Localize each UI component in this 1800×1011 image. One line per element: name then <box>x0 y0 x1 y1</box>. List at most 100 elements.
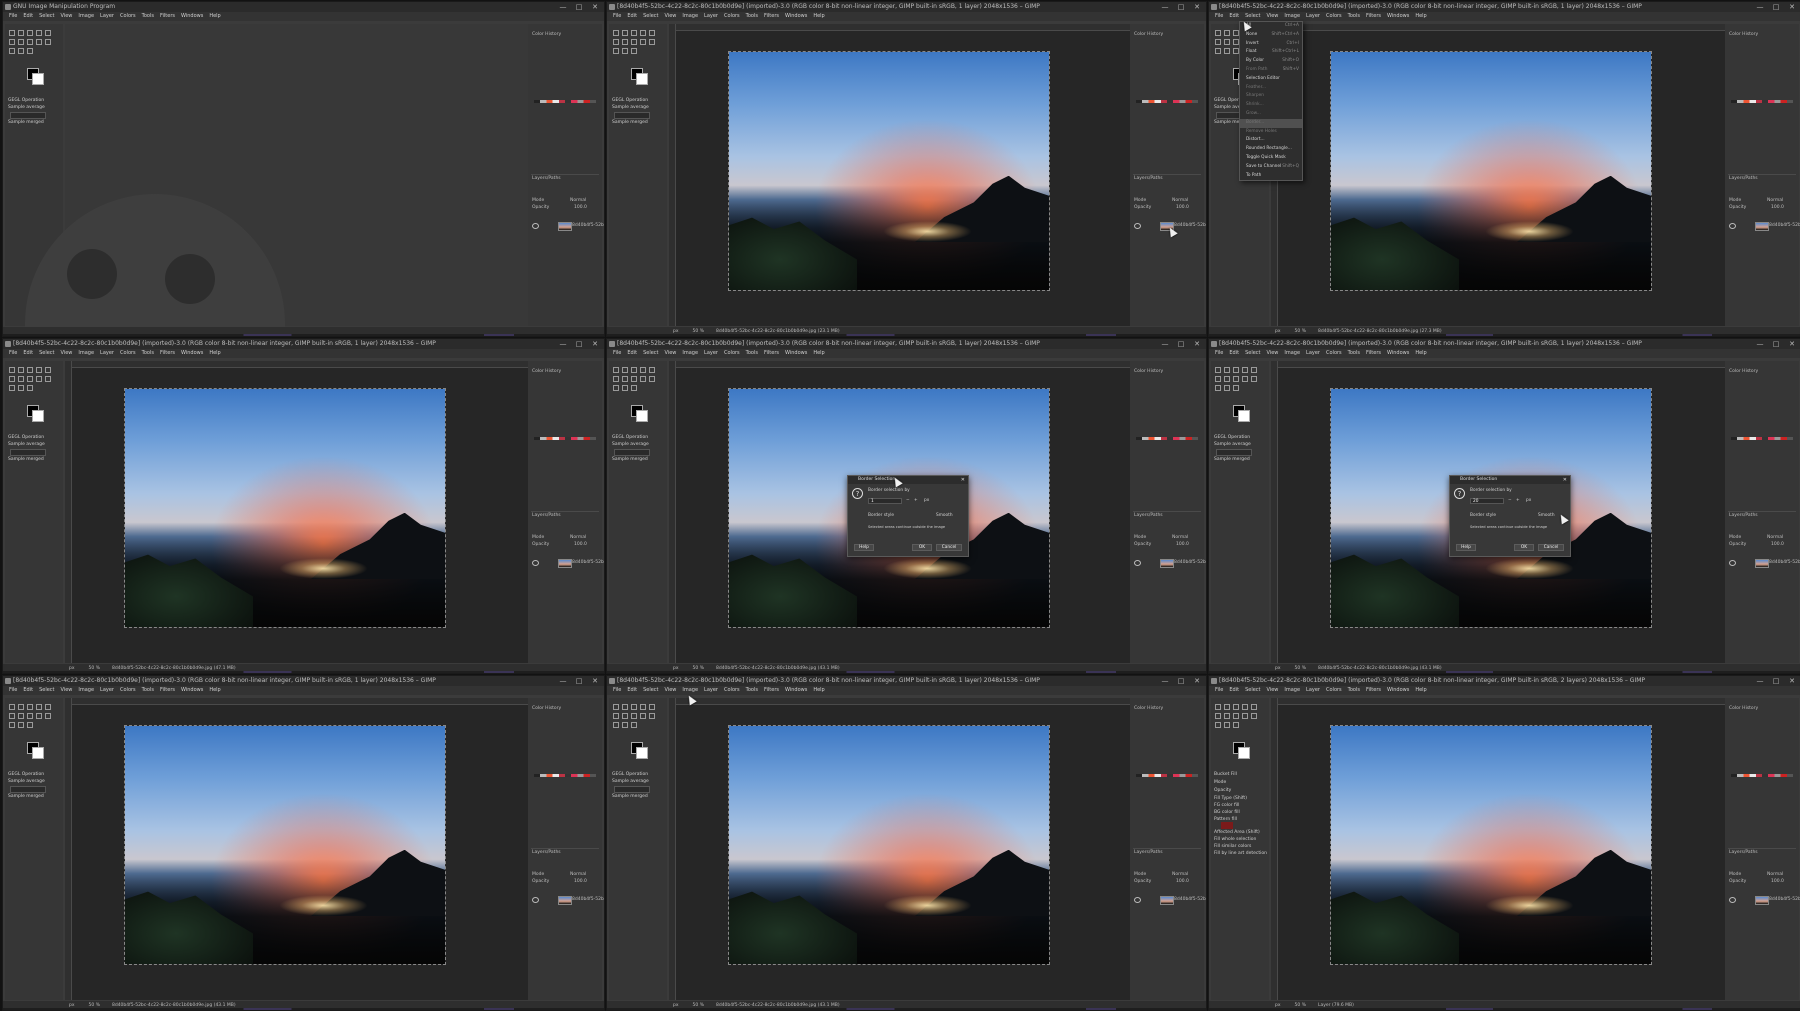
menu-edit[interactable]: Edit <box>23 349 33 358</box>
layer-mode-select[interactable]: Normal <box>1767 872 1783 877</box>
menu-image[interactable]: Image <box>78 12 94 21</box>
menu-colors[interactable]: Colors <box>1326 12 1342 21</box>
menu-file[interactable]: File <box>613 349 621 358</box>
menu-select[interactable]: Select <box>1245 686 1260 695</box>
opacity-value[interactable]: 100.0 <box>574 542 587 547</box>
select-menu-item[interactable]: Grow... <box>1240 110 1302 119</box>
window-title-bar[interactable]: GNU Image Manipulation Program <box>3 2 604 12</box>
bucket-fill-option[interactable]: Fill by line art detection <box>1214 851 1267 856</box>
menu-filters[interactable]: Filters <box>1366 12 1381 21</box>
menu-tools[interactable]: Tools <box>1348 12 1360 21</box>
menu-file[interactable]: File <box>9 349 17 358</box>
image-canvas-photo[interactable] <box>728 725 1050 965</box>
menu-help[interactable]: Help <box>1415 12 1426 21</box>
menu-view[interactable]: View <box>665 349 677 358</box>
paths-icon[interactable] <box>1242 376 1248 382</box>
gimp-window[interactable]: [8d40b4f5-52bc-4c22-8c2c-80c1b0b0d9e] (i… <box>606 675 1207 1011</box>
rect-select-icon[interactable] <box>27 30 33 36</box>
gimp-window[interactable]: [8d40b4f5-52bc-4c22-8c2c-80c1b0b0d9e] (i… <box>606 338 1207 674</box>
transform-icon[interactable] <box>1224 376 1230 382</box>
menu-colors[interactable]: Colors <box>120 686 136 695</box>
menu-select[interactable]: Select <box>1245 349 1260 358</box>
menu-colors[interactable]: Colors <box>1326 686 1342 695</box>
layer-thumbnail[interactable] <box>1755 559 1769 568</box>
move-tool-icon[interactable] <box>613 367 619 373</box>
free-select-icon[interactable] <box>1242 367 1248 373</box>
menu-select[interactable]: Select <box>643 12 658 21</box>
menu-image[interactable]: Image <box>78 349 94 358</box>
maximize-icon[interactable]: □ <box>1174 2 1188 12</box>
image-canvas-photo[interactable] <box>728 51 1050 291</box>
align-tool-icon[interactable] <box>18 704 24 710</box>
border-selection-dialog[interactable]: Border Selection ✕? Border selection by 1− +… <box>847 475 969 557</box>
background-color-swatch[interactable] <box>32 410 44 422</box>
sample-size-field[interactable] <box>10 112 46 119</box>
tool-option[interactable]: Sample average <box>612 779 662 784</box>
tool-option[interactable]: Sample average <box>612 442 662 447</box>
menu-windows[interactable]: Windows <box>1387 12 1409 21</box>
opacity-value[interactable]: 100.0 <box>1176 879 1189 884</box>
menu-help[interactable]: Help <box>1415 349 1426 358</box>
rect-select-icon[interactable] <box>631 704 637 710</box>
opacity-value[interactable]: 100.0 <box>574 879 587 884</box>
layer-mode-select[interactable]: Normal <box>1172 872 1188 877</box>
layers-tab[interactable]: Layers/Paths <box>1134 176 1163 181</box>
canvas-area[interactable] <box>65 361 528 663</box>
scissors-icon[interactable] <box>1251 704 1257 710</box>
menu-view[interactable]: View <box>61 686 73 695</box>
sample-size-field[interactable] <box>1216 449 1252 456</box>
minimize-icon[interactable]: — <box>1158 2 1172 12</box>
close-icon[interactable]: ✕ <box>1785 2 1799 12</box>
ok-button[interactable]: OK <box>912 544 932 551</box>
menu-colors[interactable]: Colors <box>724 349 740 358</box>
layer-thumbnail[interactable] <box>1160 559 1174 568</box>
color-history-swatches[interactable] <box>1731 774 1793 777</box>
bucket-fill-option[interactable]: Fill whole selection <box>1214 837 1264 842</box>
cancel-button[interactable]: Cancel <box>936 544 962 551</box>
layers-tab[interactable]: Layers/Paths <box>532 850 561 855</box>
select-menu-item[interactable]: Rounded Rectangle... <box>1240 145 1302 154</box>
close-icon[interactable]: ✕ <box>1785 339 1799 349</box>
paths-icon[interactable] <box>36 713 42 719</box>
menu-tools[interactable]: Tools <box>746 349 758 358</box>
window-title-bar[interactable]: [8d40b4f5-52bc-4c22-8c2c-80c1b0b0d9e] (i… <box>3 676 604 686</box>
menu-help[interactable]: Help <box>209 349 220 358</box>
background-color-swatch[interactable] <box>636 747 648 759</box>
crop-icon[interactable] <box>1215 39 1221 45</box>
pattern-swatch-red[interactable] <box>1221 822 1233 829</box>
paths-icon[interactable] <box>640 713 646 719</box>
menu-view[interactable]: View <box>665 686 677 695</box>
close-icon[interactable]: ✕ <box>1190 339 1204 349</box>
scissors-icon[interactable] <box>649 30 655 36</box>
crop-icon[interactable] <box>613 713 619 719</box>
menu-view[interactable]: View <box>1267 12 1279 21</box>
menu-view[interactable]: View <box>61 349 73 358</box>
select-menu-item[interactable]: Border... <box>1240 118 1302 128</box>
zoom-icon[interactable] <box>631 48 637 54</box>
close-icon[interactable]: ✕ <box>1785 676 1799 686</box>
text-tool-icon[interactable] <box>649 39 655 45</box>
gimp-window[interactable]: [8d40b4f5-52bc-4c22-8c2c-80c1b0b0d9e] (i… <box>1208 1 1800 337</box>
maximize-icon[interactable]: □ <box>1174 339 1188 349</box>
menu-colors[interactable]: Colors <box>120 12 136 21</box>
menu-image[interactable]: Image <box>78 686 94 695</box>
scissors-icon[interactable] <box>649 367 655 373</box>
bucket-fill-option[interactable]: Opacity <box>1214 788 1264 793</box>
text-tool-icon[interactable] <box>45 713 51 719</box>
menu-image[interactable]: Image <box>682 349 698 358</box>
zoom-icon[interactable] <box>1233 722 1239 728</box>
layer-visibility-eye-icon[interactable] <box>1134 223 1141 229</box>
menu-layer[interactable]: Layer <box>1306 349 1320 358</box>
select-menu-item[interactable]: Sharpen <box>1240 92 1302 101</box>
menu-edit[interactable]: Edit <box>1229 349 1239 358</box>
background-color-swatch[interactable] <box>636 410 648 422</box>
opacity-value[interactable]: 100.0 <box>1771 542 1784 547</box>
rect-select-icon[interactable] <box>1233 704 1239 710</box>
free-select-icon[interactable] <box>1242 704 1248 710</box>
opacity-value[interactable]: 100.0 <box>1771 205 1784 210</box>
maximize-icon[interactable]: □ <box>572 2 586 12</box>
transform-icon[interactable] <box>622 376 628 382</box>
menu-file[interactable]: File <box>613 686 621 695</box>
paint-icon[interactable] <box>9 385 15 391</box>
align-tool-icon[interactable] <box>1224 367 1230 373</box>
